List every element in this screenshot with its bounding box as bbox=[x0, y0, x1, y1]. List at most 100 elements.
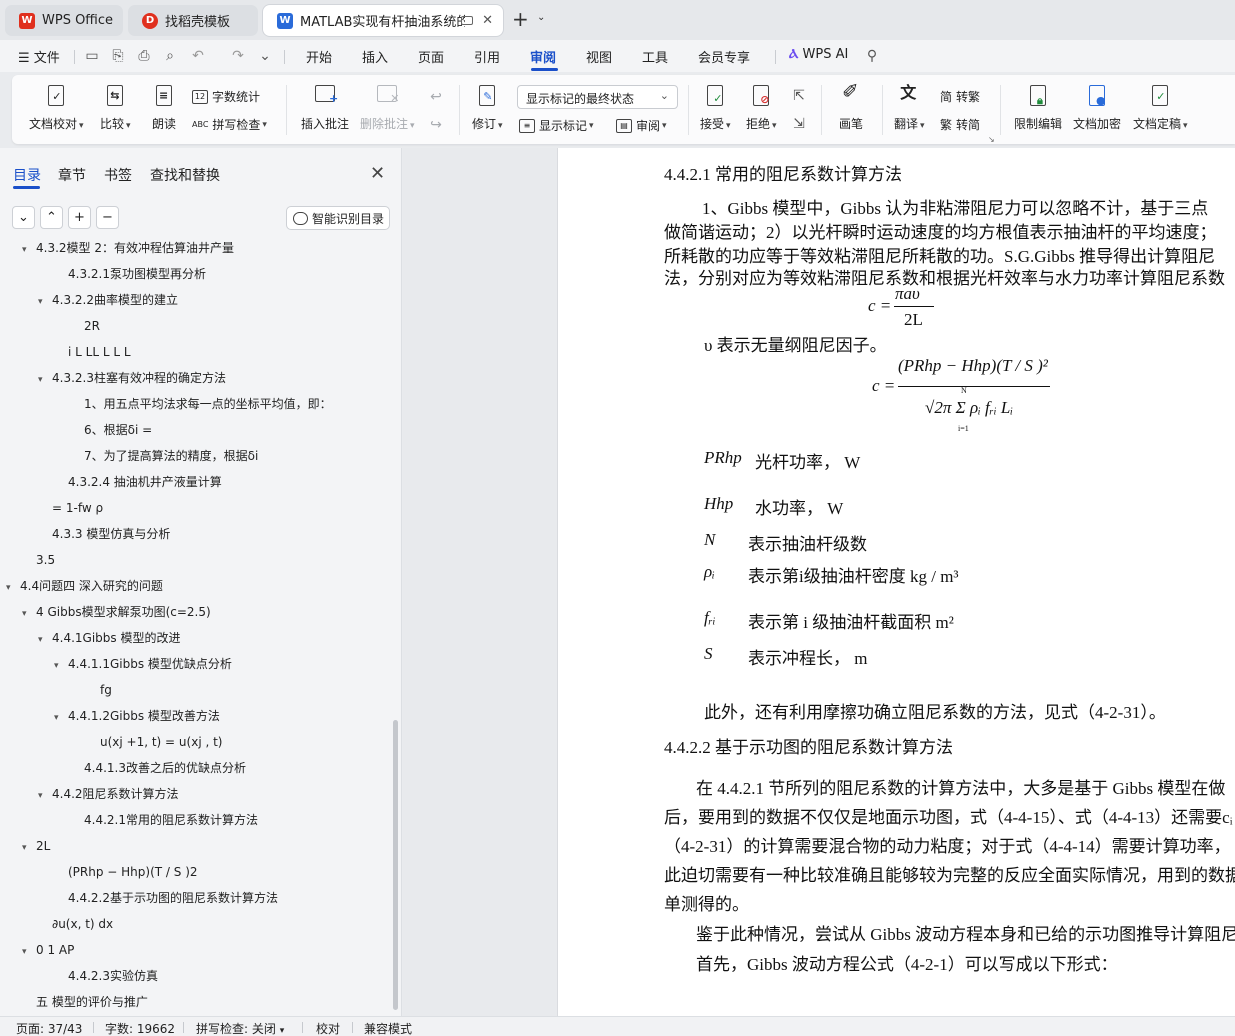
toc-item[interactable]: ▾ 4.3.2.3柱塞有效冲程的确定方法 bbox=[38, 365, 226, 391]
chevron-down-icon[interactable]: ⌄ bbox=[257, 48, 273, 64]
toc-item[interactable]: 4.3.3 模型仿真与分析 bbox=[38, 521, 170, 547]
menu-tools[interactable]: 工具 bbox=[642, 47, 668, 66]
wps-ai-button[interactable]: Ⲁ WPS AI bbox=[789, 47, 848, 62]
new-tab-button[interactable]: + bbox=[512, 9, 529, 29]
collapse-arrow-icon[interactable]: ▾ bbox=[38, 783, 52, 809]
doc-check-button[interactable]: ✓ 文档校对 ▾ bbox=[29, 83, 84, 132]
tab-matlab-document[interactable]: W MATLAB实现有杆抽油系统的 ✕ bbox=[263, 5, 503, 36]
collapse-arrow-icon[interactable]: ▾ bbox=[22, 835, 36, 861]
close-tab-icon[interactable]: ✕ bbox=[482, 13, 493, 28]
menu-review[interactable]: 审阅 bbox=[530, 47, 556, 66]
toc-item[interactable]: ▾ 0 1 AP bbox=[22, 937, 74, 963]
read-aloud-button[interactable]: ≡ 朗读 bbox=[151, 83, 177, 132]
collapse-arrow-icon[interactable]: ▾ bbox=[22, 939, 36, 965]
collapse-arrow-icon[interactable]: ▾ bbox=[6, 575, 20, 601]
toc-item[interactable]: 1、用五点平均法求每一点的坐标平均值，即： bbox=[70, 391, 332, 417]
save-icon[interactable]: ▭ bbox=[84, 48, 100, 64]
close-pane-icon[interactable]: ✕ bbox=[370, 163, 385, 184]
toc-item[interactable]: ▾ 4.3.2模型 2：有效冲程估算油井产量 bbox=[22, 238, 234, 261]
finalize-button[interactable]: ✓ 文档定稿 ▾ bbox=[1133, 83, 1188, 132]
show-markup-button[interactable]: ≡ 显示标记 ▾ bbox=[519, 117, 594, 134]
redo-icon[interactable]: ↷ bbox=[230, 48, 246, 64]
toc-item[interactable]: ▾ 4.4问题四 深入研究的问题 bbox=[6, 573, 163, 599]
markup-display-select[interactable]: 显示标记的最终状态 ⌄ bbox=[517, 85, 678, 109]
chevron-down-icon[interactable]: ⌄ bbox=[537, 12, 545, 23]
toc-item[interactable]: ▾ 2L bbox=[22, 833, 50, 859]
toc-item[interactable]: ▾ 4 Gibbs模型求解泵功图(c=2.5) bbox=[22, 599, 211, 625]
menu-references[interactable]: 引用 bbox=[474, 47, 500, 66]
proofread-status[interactable]: 校对 bbox=[316, 1020, 340, 1036]
collapse-arrow-icon[interactable]: ▾ bbox=[38, 627, 52, 653]
toc-item[interactable]: ▾ 4.3.2.2曲率模型的建立 bbox=[38, 287, 178, 313]
undo-icon[interactable]: ↶ bbox=[190, 48, 206, 64]
toc-item[interactable]: 4.4.2.2基于示功图的阻尼系数计算方法 bbox=[54, 885, 278, 911]
collapse-arrow-icon[interactable]: ▾ bbox=[22, 238, 36, 263]
smart-toc-button[interactable]: 智能识别目录 bbox=[286, 206, 390, 230]
tab-wps-office[interactable]: W WPS Office bbox=[5, 5, 123, 36]
encrypt-button[interactable]: ● 文档加密 bbox=[1073, 83, 1121, 132]
toc-scrollbar[interactable] bbox=[393, 720, 398, 1010]
toc-item[interactable]: ▾ 4.4.1.1Gibbs 模型优缺点分析 bbox=[54, 651, 232, 677]
delete-comment-button[interactable]: ✕ 删除批注 ▾ bbox=[360, 83, 415, 132]
file-menu[interactable]: ☰ 文件 bbox=[18, 47, 60, 66]
menu-member[interactable]: 会员专享 bbox=[698, 47, 750, 66]
toc-item[interactable]: ▾ 4.4.1.2Gibbs 模型改善方法 bbox=[54, 703, 220, 729]
toc-item[interactable]: 6、根据δi = bbox=[70, 417, 152, 443]
tab-docer-templates[interactable]: D 找稻壳模板 bbox=[128, 5, 258, 36]
toc-item[interactable]: = 1-fw ρ bbox=[38, 495, 103, 521]
next-change-icon[interactable]: ⇲ bbox=[791, 116, 807, 132]
insert-comment-button[interactable]: + 插入批注 bbox=[301, 83, 349, 132]
collapse-arrow-icon[interactable]: ▾ bbox=[54, 653, 68, 679]
expand-up-button[interactable]: ⌃ bbox=[40, 206, 63, 229]
previous-comment-icon[interactable]: ↩ bbox=[428, 89, 444, 105]
nav-tab-toc[interactable]: 目录 bbox=[13, 165, 41, 185]
toc-item[interactable]: (PRhp − Hhp)(T / S )2 bbox=[54, 859, 198, 885]
toc-item[interactable]: 4.4.2.1常用的阻尼系数计算方法 bbox=[70, 807, 258, 833]
toc-item[interactable]: 2R bbox=[70, 313, 100, 339]
toc-item[interactable]: ∂u(x, t) dx bbox=[38, 911, 113, 937]
toc-item[interactable]: 7、为了提高算法的精度，根据δi bbox=[70, 443, 258, 469]
toc-item[interactable]: 4.4.1.3改善之后的优缺点分析 bbox=[70, 755, 246, 781]
nav-tab-bookmarks[interactable]: 书签 bbox=[104, 165, 132, 185]
menu-home[interactable]: 开始 bbox=[306, 47, 332, 66]
toc-item[interactable]: ▾ 4.4.1Gibbs 模型的改进 bbox=[38, 625, 180, 651]
toc-item[interactable]: 五 模型的评价与推广 bbox=[22, 989, 148, 1015]
simp-to-trad-button[interactable]: 繁转简 bbox=[940, 116, 980, 133]
translate-button[interactable]: 文 翻译 ▾ bbox=[894, 83, 925, 132]
spell-check-status[interactable]: 拼写检查: 关闭 ▾ bbox=[196, 1020, 284, 1036]
reject-button[interactable]: ⊘ 拒绝 ▾ bbox=[746, 83, 777, 132]
document-page[interactable]: 4.4.2.1 常用的阻尼系数计算方法 1、Gibbs 模型中，Gibbs 认为… bbox=[557, 148, 1235, 1016]
spell-check-button[interactable]: ABC 拼写检查 ▾ bbox=[192, 116, 267, 133]
search-icon[interactable]: ⚲ bbox=[864, 48, 880, 64]
toc-item[interactable]: u(xj +1, t) = u(xj , t) bbox=[86, 729, 222, 755]
trad-to-simp-button[interactable]: 简转繁 bbox=[940, 88, 980, 105]
next-comment-icon[interactable]: ↪ bbox=[428, 117, 444, 133]
toc-item[interactable]: 4.3.2.4 抽油机井产液量计算 bbox=[54, 469, 222, 495]
nav-tab-chapters[interactable]: 章节 bbox=[58, 165, 86, 185]
pen-button[interactable]: ✐ 画笔 bbox=[838, 81, 864, 132]
toc-item[interactable]: i L LL L L L bbox=[54, 339, 131, 365]
word-count-button[interactable]: 12 字数统计 bbox=[192, 88, 260, 105]
collapse-arrow-icon[interactable]: ▾ bbox=[22, 601, 36, 627]
page-indicator[interactable]: 页面: 37/43 bbox=[16, 1020, 82, 1036]
print-preview-icon[interactable]: ⌕ bbox=[162, 48, 178, 64]
add-heading-button[interactable]: + bbox=[68, 206, 91, 229]
collapse-arrow-icon[interactable]: ▾ bbox=[38, 367, 52, 393]
track-changes-button[interactable]: ✎ 修订 ▾ bbox=[472, 83, 503, 132]
compare-button[interactable]: ⇆ 比较 ▾ bbox=[100, 83, 131, 132]
toc-item[interactable]: fg bbox=[86, 677, 112, 703]
toc-item[interactable]: 3.5 bbox=[22, 547, 55, 573]
nav-tab-find-replace[interactable]: 查找和替换 bbox=[150, 165, 220, 185]
toc-item[interactable]: 4.3.2.1泵功图模型再分析 bbox=[54, 261, 206, 287]
expand-group-icon[interactable]: ↘ bbox=[988, 135, 995, 144]
remove-heading-button[interactable]: − bbox=[96, 206, 119, 229]
collapse-all-button[interactable]: ⌄ bbox=[12, 206, 35, 229]
print-icon[interactable]: ⎙ bbox=[136, 48, 152, 64]
export-icon[interactable]: ⎘ bbox=[110, 48, 126, 64]
collapse-arrow-icon[interactable]: ▾ bbox=[54, 705, 68, 731]
collapse-arrow-icon[interactable]: ▾ bbox=[38, 289, 52, 315]
menu-view[interactable]: 视图 bbox=[586, 47, 612, 66]
previous-change-icon[interactable]: ⇱ bbox=[791, 88, 807, 104]
toc-item[interactable]: 4.4.2.3实验仿真 bbox=[54, 963, 158, 989]
word-count-indicator[interactable]: 字数: 19662 bbox=[105, 1020, 175, 1036]
